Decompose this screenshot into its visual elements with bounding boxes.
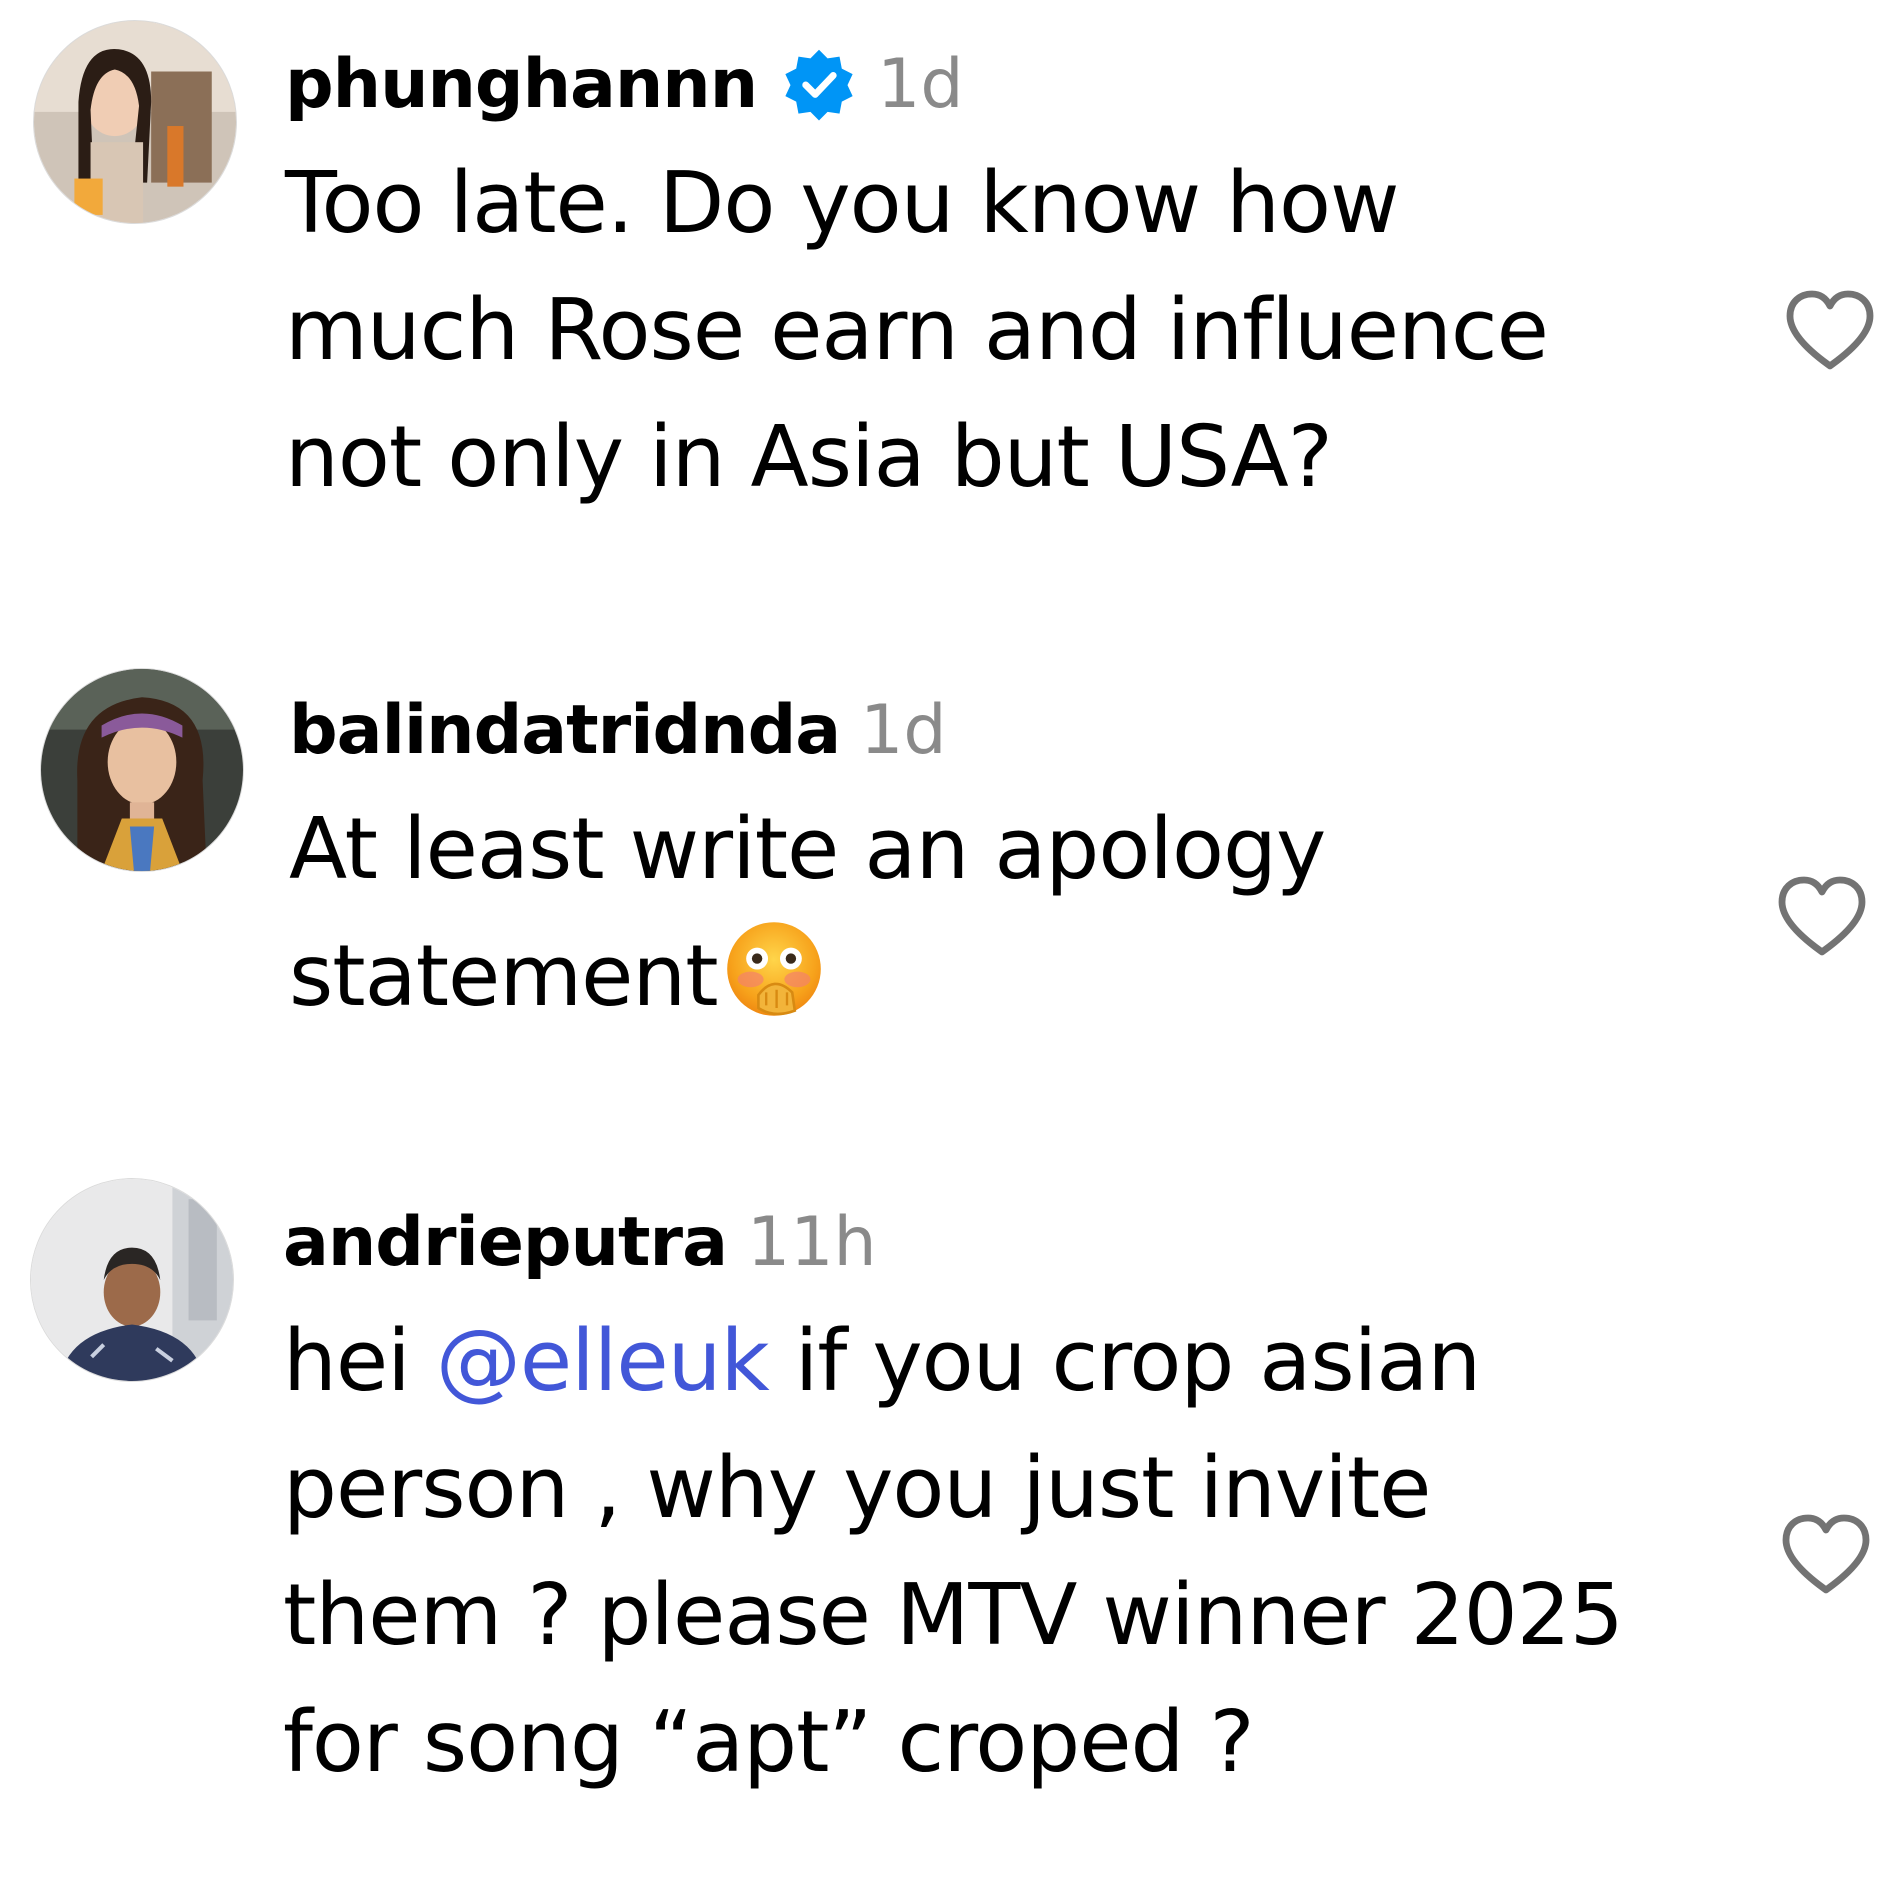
comment-line-text: statement bbox=[289, 927, 719, 1026]
avatar-photo bbox=[34, 21, 236, 223]
comment-text: Too late. Do you know how much Rose earn… bbox=[285, 140, 1549, 521]
comment-line-text: hei bbox=[283, 1312, 436, 1411]
like-button[interactable] bbox=[1772, 872, 1872, 960]
heart-outline-icon bbox=[1782, 1514, 1870, 1594]
comment-line: for song “apt” croped ? bbox=[283, 1693, 1255, 1792]
username[interactable]: phunghannn bbox=[285, 45, 758, 124]
heart-outline-icon bbox=[1786, 290, 1874, 370]
avatar[interactable] bbox=[30, 1178, 234, 1382]
mention-link[interactable]: @elleuk bbox=[436, 1312, 770, 1411]
comment-text: At least write an apology statement bbox=[289, 786, 1326, 1040]
username[interactable]: balindatridnda bbox=[289, 691, 841, 770]
timestamp: 1d bbox=[877, 44, 964, 124]
timestamp: 1d bbox=[860, 690, 947, 770]
like-button[interactable] bbox=[1776, 1510, 1876, 1598]
comment-line: Too late. Do you know how bbox=[285, 154, 1400, 253]
comment-header: andrieputra 11h bbox=[283, 1200, 877, 1284]
comment-line: them ? please MTV winner 2025 bbox=[283, 1566, 1624, 1665]
comment-header: balindatridnda 1d bbox=[289, 688, 947, 772]
verified-badge-icon bbox=[781, 46, 857, 122]
like-button[interactable] bbox=[1780, 286, 1880, 374]
comment-line: much Rose earn and influence bbox=[285, 281, 1549, 380]
comment-text: hei @elleuk if you crop asian person , w… bbox=[283, 1298, 1624, 1806]
avatar[interactable] bbox=[40, 668, 244, 872]
avatar-photo bbox=[31, 1179, 233, 1381]
avatar[interactable] bbox=[33, 20, 237, 224]
comment-line-text: if you crop asian bbox=[768, 1312, 1481, 1411]
comment-header: phunghannn 1d bbox=[285, 42, 964, 126]
comment-line: not only in Asia but USA? bbox=[285, 408, 1333, 507]
comment-line: person , why you just invite bbox=[283, 1439, 1431, 1538]
comment-line: statement bbox=[289, 913, 1325, 1040]
comment-line: At least write an apology bbox=[289, 800, 1326, 899]
heart-outline-icon bbox=[1778, 876, 1866, 956]
avatar-photo bbox=[41, 669, 243, 871]
comment-line: hei @elleuk if you crop asian bbox=[283, 1298, 1623, 1425]
flushed-face-emoji-icon bbox=[722, 917, 826, 1021]
username[interactable]: andrieputra bbox=[283, 1203, 728, 1282]
timestamp: 11h bbox=[746, 1202, 877, 1282]
